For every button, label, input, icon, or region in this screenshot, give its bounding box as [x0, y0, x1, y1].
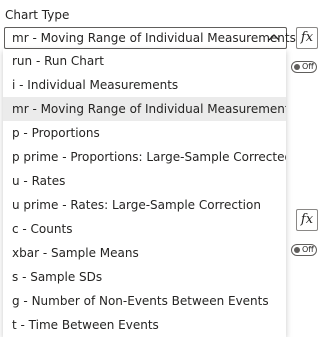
fx-button[interactable]: fx — [296, 209, 318, 231]
option-c[interactable]: c - Counts — [3, 217, 286, 241]
chart-type-dropdown-list: run - Run Chart i - Individual Measureme… — [3, 49, 286, 337]
option-t[interactable]: t - Time Between Events — [3, 313, 286, 337]
option-p-prime[interactable]: p prime - Proportions: Large-Sample Corr… — [3, 145, 286, 169]
toggle-label: Off — [302, 62, 314, 71]
off-toggle-top[interactable]: Off — [291, 61, 317, 73]
off-toggle-bottom[interactable]: Off — [291, 244, 317, 256]
chart-type-fx-button[interactable]: fx — [296, 27, 318, 49]
chart-type-select-value: mr - Moving Range of Individual Measurem… — [12, 31, 296, 45]
option-i[interactable]: i - Individual Measurements — [3, 73, 286, 97]
option-run[interactable]: run - Run Chart — [3, 49, 286, 73]
option-p[interactable]: p - Proportions — [3, 121, 286, 145]
option-xbar[interactable]: xbar - Sample Means — [3, 241, 286, 265]
chart-type-label: Chart Type — [5, 8, 70, 22]
chart-type-panel: Chart Type mr - Moving Range of Individu… — [0, 0, 325, 337]
chart-type-select[interactable]: mr - Moving Range of Individual Measurem… — [4, 27, 296, 49]
option-s[interactable]: s - Sample SDs — [3, 265, 286, 289]
toggle-knob — [294, 64, 300, 70]
option-u-prime[interactable]: u prime - Rates: Large-Sample Correction — [3, 193, 286, 217]
option-mr[interactable]: mr - Moving Range of Individual Measurem… — [3, 97, 286, 121]
chevron-up-icon — [267, 30, 281, 46]
option-g[interactable]: g - Number of Non-Events Between Events — [3, 289, 286, 313]
option-u[interactable]: u - Rates — [3, 169, 286, 193]
toggle-label: Off — [302, 245, 314, 254]
toggle-knob — [294, 247, 300, 253]
